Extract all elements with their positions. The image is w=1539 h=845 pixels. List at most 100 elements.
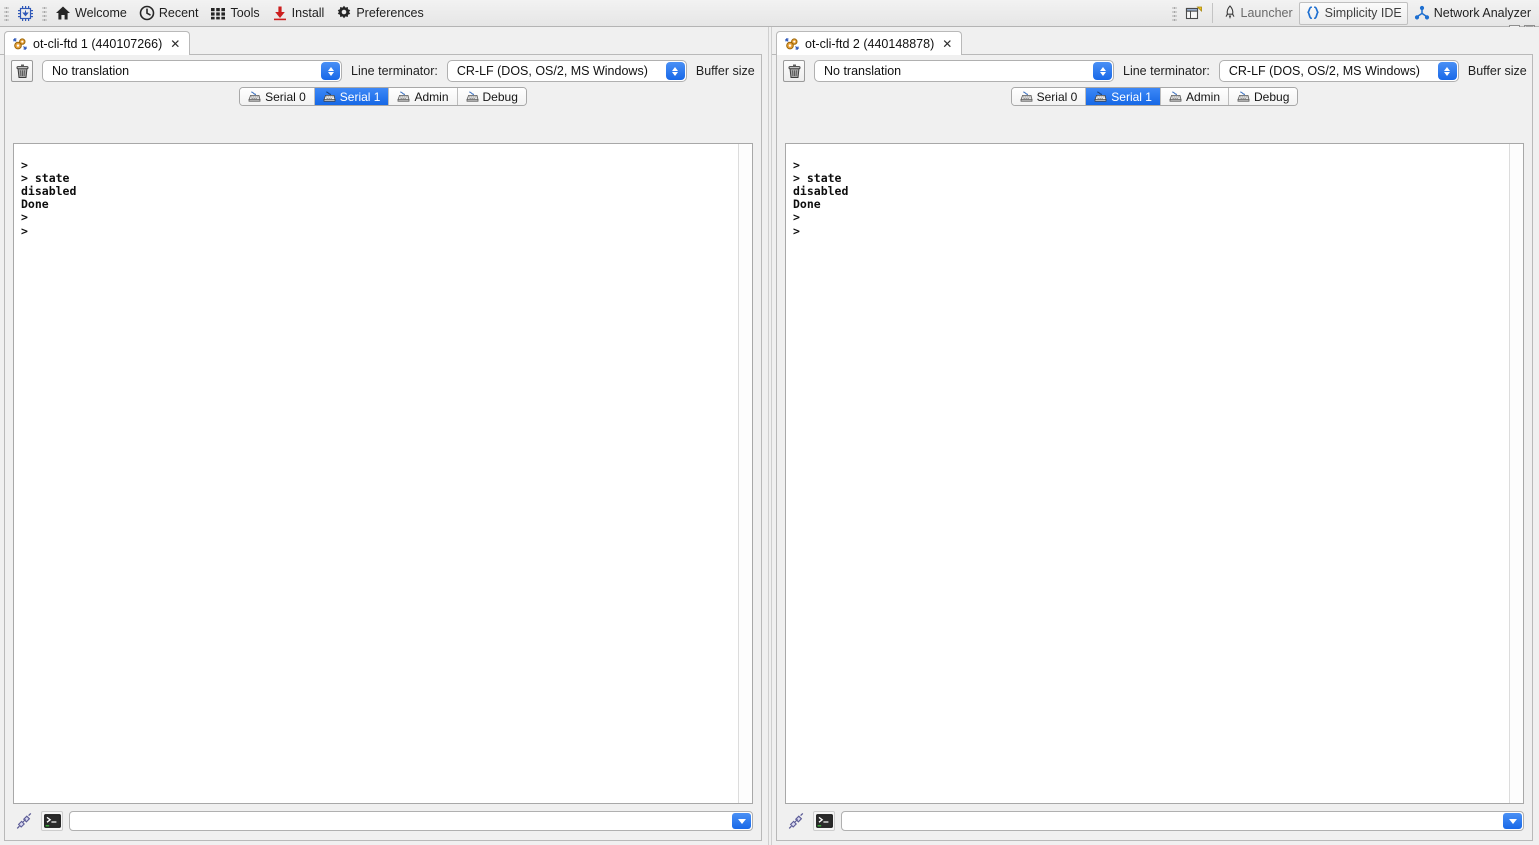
translation-combobox-1[interactable]: No translation bbox=[42, 60, 342, 82]
connection-toggle-1[interactable] bbox=[13, 811, 35, 831]
toolbar-recent-label: Recent bbox=[158, 6, 199, 20]
subtab-debug-p1[interactable]: Debug bbox=[457, 88, 526, 105]
buffer-size-label-1: Buffer size bbox=[695, 64, 755, 78]
stepper-arrows-icon[interactable] bbox=[321, 62, 340, 80]
chevron-down-icon[interactable] bbox=[732, 813, 751, 829]
workspace: ot-cli-ftd 1 (440107266) ✕ No translatio… bbox=[0, 27, 1539, 845]
editor-tabstrip-1: ot-cli-ftd 1 (440107266) ✕ bbox=[0, 31, 768, 55]
terminal-mode-button-2[interactable] bbox=[813, 811, 835, 831]
toolbar-separator bbox=[1211, 3, 1213, 23]
perspective-simplicity-ide[interactable]: Simplicity IDE bbox=[1298, 1, 1408, 25]
editor-tabstrip-2: ot-cli-ftd 2 (440148878) ✕ bbox=[772, 31, 1539, 55]
rocket-icon bbox=[1223, 5, 1237, 21]
terminal-icon bbox=[815, 814, 833, 828]
subtab-admin-p2-label: Admin bbox=[1185, 89, 1220, 104]
stepper-arrows-icon[interactable] bbox=[665, 62, 685, 80]
perspective-launcher[interactable]: Launcher bbox=[1217, 2, 1299, 25]
stepper-arrows-icon[interactable] bbox=[1437, 62, 1457, 80]
chevron-down-icon[interactable] bbox=[1503, 813, 1522, 829]
serial-port-icon bbox=[1237, 91, 1250, 102]
serial-subtabs-2: Serial 0 Serial 1 Admin Debug bbox=[777, 85, 1532, 109]
subtab-debug-p2-label: Debug bbox=[1254, 89, 1290, 104]
chip-download-icon bbox=[17, 5, 34, 22]
line-terminator-value-2: CR-LF (DOS, OS/2, MS Windows) bbox=[1228, 64, 1420, 78]
perspective-simplicity-ide-label: Simplicity IDE bbox=[1324, 6, 1402, 20]
editor-tab-1-title: ot-cli-ftd 1 (440107266) bbox=[33, 36, 163, 51]
serial-port-icon bbox=[1094, 91, 1107, 102]
open-perspective-button[interactable] bbox=[1179, 2, 1208, 25]
perspective-network-analyzer[interactable]: Network Analyzer bbox=[1408, 2, 1537, 25]
subtab-debug-p2[interactable]: Debug bbox=[1229, 88, 1298, 105]
toolbar-tools-button[interactable]: Tools bbox=[204, 2, 265, 25]
buffer-size-label-2: Buffer size bbox=[1467, 64, 1527, 78]
editor-tab-1[interactable]: ot-cli-ftd 1 (440107266) ✕ bbox=[4, 31, 191, 55]
toolbar-drag-handle-2[interactable] bbox=[42, 4, 47, 22]
serial-device-icon bbox=[785, 37, 799, 51]
subtab-admin-p2[interactable]: Admin bbox=[1160, 88, 1229, 105]
toolbar-preferences-button[interactable]: Preferences bbox=[330, 2, 429, 25]
stepper-arrows-icon[interactable] bbox=[1093, 62, 1112, 80]
clear-console-button-2[interactable] bbox=[783, 60, 805, 82]
trash-icon bbox=[787, 64, 802, 79]
toolbar-recent-button[interactable]: Recent bbox=[133, 2, 205, 25]
plug-icon bbox=[787, 812, 805, 830]
options-row-1: No translation Line terminator: CR-LF (D… bbox=[5, 55, 761, 85]
subtab-admin-p1-label: Admin bbox=[414, 89, 449, 104]
subtab-admin-p1[interactable]: Admin bbox=[389, 88, 458, 105]
subtab-serial-1-p1[interactable]: Serial 1 bbox=[314, 88, 390, 105]
toolbar-tools-label: Tools bbox=[230, 6, 260, 20]
subtab-debug-p1-label: Debug bbox=[482, 89, 518, 104]
close-icon[interactable]: ✕ bbox=[170, 38, 180, 50]
console-text-1: > > state disabled Done > > bbox=[21, 157, 77, 238]
perspective-drag-handle[interactable] bbox=[1171, 4, 1177, 22]
toolbar-welcome-button[interactable]: Welcome bbox=[49, 2, 133, 25]
toolbar-install-button[interactable]: Install bbox=[266, 2, 331, 25]
command-input-1[interactable] bbox=[69, 811, 753, 831]
perspective-chip-button[interactable] bbox=[11, 2, 40, 25]
serial-port-icon bbox=[1169, 91, 1182, 102]
download-icon bbox=[272, 5, 288, 21]
serial-console-panel-2: ot-cli-ftd 2 (440148878) ✕ No translatio… bbox=[772, 27, 1539, 845]
console-scrollbar-1[interactable] bbox=[738, 144, 752, 803]
serial-port-icon bbox=[465, 91, 479, 102]
line-terminator-label-2: Line terminator: bbox=[1123, 64, 1210, 78]
plug-icon bbox=[15, 812, 33, 830]
serial-port-icon bbox=[248, 91, 261, 102]
serial-console-panel-1: ot-cli-ftd 1 (440107266) ✕ No translatio… bbox=[0, 27, 768, 845]
console-output-1[interactable]: > > state disabled Done > > bbox=[13, 143, 753, 804]
toolbar-drag-handle[interactable] bbox=[4, 4, 9, 22]
translation-value-2: No translation bbox=[824, 64, 902, 78]
close-icon[interactable]: ✕ bbox=[942, 38, 952, 50]
clear-console-button-1[interactable] bbox=[11, 60, 33, 82]
subtab-serial-1-p2[interactable]: Serial 1 bbox=[1086, 88, 1161, 105]
trash-icon bbox=[15, 64, 30, 79]
console-scrollbar-2[interactable] bbox=[1509, 144, 1523, 803]
terminal-icon bbox=[43, 814, 61, 828]
terminal-mode-button-1[interactable] bbox=[41, 811, 63, 831]
toolbar-preferences-label: Preferences bbox=[356, 6, 424, 20]
command-row-2 bbox=[785, 808, 1524, 834]
line-terminator-value-1: CR-LF (DOS, OS/2, MS Windows) bbox=[456, 64, 648, 78]
subtab-serial-0-p2[interactable]: Serial 0 bbox=[1011, 88, 1087, 105]
toolbar-welcome-label: Welcome bbox=[75, 6, 127, 20]
toolbar-left-group: Welcome Recent Tools Install Preferences bbox=[0, 0, 430, 27]
panel-body-2: No translation Line terminator: CR-LF (D… bbox=[776, 55, 1533, 841]
command-input-2[interactable] bbox=[841, 811, 1524, 831]
serial-port-icon bbox=[397, 91, 410, 102]
line-terminator-combobox-1[interactable]: CR-LF (DOS, OS/2, MS Windows) bbox=[446, 60, 687, 82]
editor-tab-2-title: ot-cli-ftd 2 (440148878) bbox=[805, 36, 935, 51]
editor-tab-2[interactable]: ot-cli-ftd 2 (440148878) ✕ bbox=[776, 31, 963, 55]
subtab-serial-1-p1-label: Serial 1 bbox=[339, 89, 381, 104]
perspective-network-analyzer-label: Network Analyzer bbox=[1433, 6, 1531, 20]
open-perspective-icon bbox=[1185, 5, 1202, 22]
segmented-control-2: Serial 0 Serial 1 Admin Debug bbox=[1010, 87, 1299, 106]
main-toolbar: Welcome Recent Tools Install Preferences… bbox=[0, 0, 1539, 27]
clock-icon bbox=[139, 5, 155, 21]
line-terminator-combobox-2[interactable]: CR-LF (DOS, OS/2, MS Windows) bbox=[1218, 60, 1459, 82]
console-output-2[interactable]: > > state disabled Done > > bbox=[785, 143, 1524, 804]
subtab-serial-0-p1[interactable]: Serial 0 bbox=[240, 88, 315, 105]
connection-toggle-2[interactable] bbox=[785, 811, 807, 831]
translation-combobox-2[interactable]: No translation bbox=[814, 60, 1114, 82]
toolbar-right-group: Launcher Simplicity IDE Network Analyzer bbox=[1170, 0, 1539, 27]
home-icon bbox=[55, 5, 71, 21]
